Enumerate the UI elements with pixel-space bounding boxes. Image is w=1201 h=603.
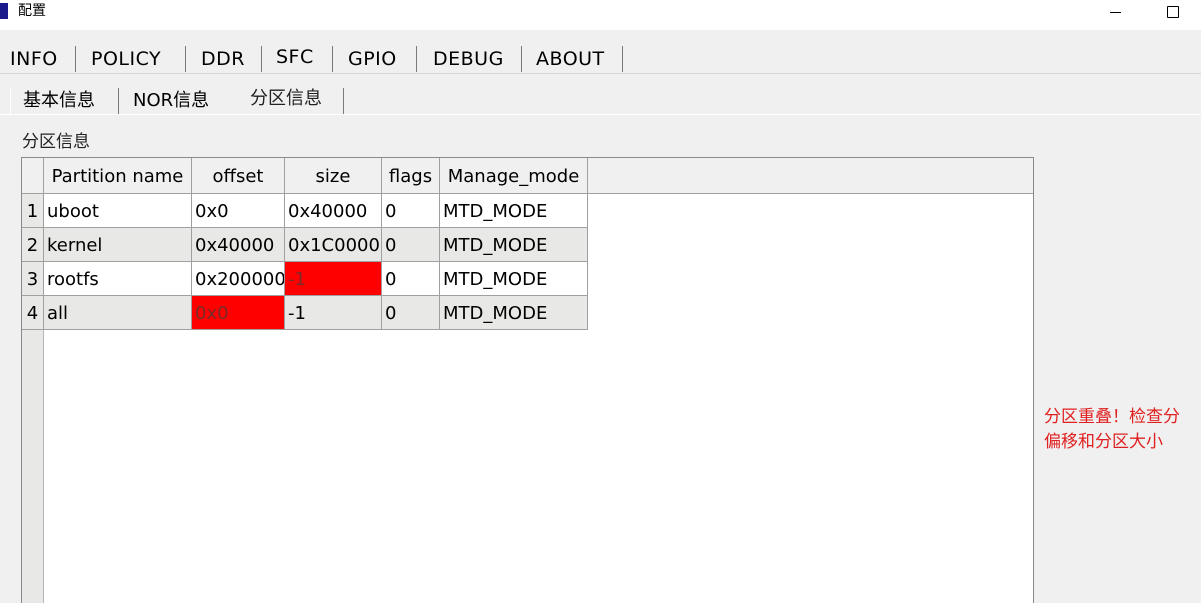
main-tab-bar: INFO POLICY DDR SFC GPIO DEBUG ABOUT (0, 42, 1201, 74)
tab-about[interactable]: ABOUT (522, 44, 623, 72)
size-cell[interactable]: -1 (285, 296, 382, 330)
subtab-label: 基本信息 (23, 90, 95, 111)
title-bar: 配置 (0, 0, 1201, 30)
maximize-icon (1167, 6, 1179, 18)
subtab-partition-info[interactable]: 分区信息 (236, 86, 344, 114)
sub-tab-bar: 基本信息 NOR信息 分区信息 (0, 86, 1201, 115)
offset-cell[interactable]: 0x200000 (192, 262, 285, 296)
size-cell[interactable]: -1 (285, 262, 382, 296)
row-number[interactable]: 4 (22, 296, 44, 330)
warning-line-2: 偏移和分区大小 (1044, 432, 1163, 452)
table-header: Partition name offset size flags Manage_… (22, 158, 1033, 194)
column-header-flags[interactable]: flags (382, 158, 440, 194)
tab-policy[interactable]: POLICY (76, 44, 186, 72)
partition-name-cell[interactable]: uboot (44, 194, 192, 228)
minimize-button[interactable] (1098, 0, 1132, 24)
manage-mode-cell[interactable]: MTD_MODE (440, 194, 588, 228)
minimize-icon (1109, 12, 1121, 13)
group-title: 分区信息 (22, 132, 90, 152)
manage-mode-cell[interactable]: MTD_MODE (440, 262, 588, 296)
column-header-manage-mode[interactable]: Manage_mode (440, 158, 588, 194)
manage-mode-cell[interactable]: MTD_MODE (440, 296, 588, 330)
partition-table[interactable]: Partition name offset size flags Manage_… (21, 157, 1034, 603)
subtab-label: NOR信息 (133, 90, 210, 111)
tab-info[interactable]: INFO (0, 44, 76, 72)
tab-label: ABOUT (536, 48, 605, 70)
tab-label: GPIO (348, 48, 397, 70)
window-title: 配置 (18, 3, 46, 19)
overlap-warning: 分区重叠！检查分 偏移和分区大小 (1044, 405, 1180, 455)
column-header-partition-name[interactable]: Partition name (44, 158, 192, 194)
tab-label: INFO (10, 48, 58, 70)
tab-label: POLICY (91, 48, 162, 70)
partition-name-cell[interactable]: rootfs (44, 262, 192, 296)
manage-mode-cell[interactable]: MTD_MODE (440, 228, 588, 262)
subtab-label: 分区信息 (250, 88, 322, 109)
app-icon (0, 3, 8, 19)
size-cell[interactable]: 0x1C00000 (285, 228, 382, 262)
row-number[interactable]: 3 (22, 262, 44, 296)
subtab-basic-info[interactable]: 基本信息 (10, 86, 119, 114)
row-number[interactable]: 1 (22, 194, 44, 228)
tab-ddr[interactable]: DDR (186, 44, 262, 72)
offset-cell[interactable]: 0x0 (192, 296, 285, 330)
flags-cell[interactable]: 0 (382, 296, 440, 330)
row-number[interactable]: 2 (22, 228, 44, 262)
tab-label: SFC (276, 46, 314, 68)
column-header-size[interactable]: size (285, 158, 382, 194)
offset-cell[interactable]: 0x40000 (192, 228, 285, 262)
flags-cell[interactable]: 0 (382, 228, 440, 262)
warning-line-1: 分区重叠！检查分 (1044, 407, 1180, 427)
partition-name-cell[interactable]: all (44, 296, 192, 330)
flags-cell[interactable]: 0 (382, 194, 440, 228)
column-header-offset[interactable]: offset (192, 158, 285, 194)
maximize-button[interactable] (1156, 0, 1190, 24)
offset-cell[interactable]: 0x0 (192, 194, 285, 228)
tab-debug[interactable]: DEBUG (417, 44, 522, 72)
tab-sfc[interactable]: SFC (262, 42, 333, 72)
subtab-nor-info[interactable]: NOR信息 (119, 86, 234, 114)
flags-cell[interactable]: 0 (382, 262, 440, 296)
tab-label: DDR (201, 48, 245, 70)
tab-label: DEBUG (433, 48, 504, 70)
size-cell[interactable]: 0x40000 (285, 194, 382, 228)
table-corner[interactable] (22, 158, 44, 194)
tab-gpio[interactable]: GPIO (333, 44, 417, 72)
partition-name-cell[interactable]: kernel (44, 228, 192, 262)
